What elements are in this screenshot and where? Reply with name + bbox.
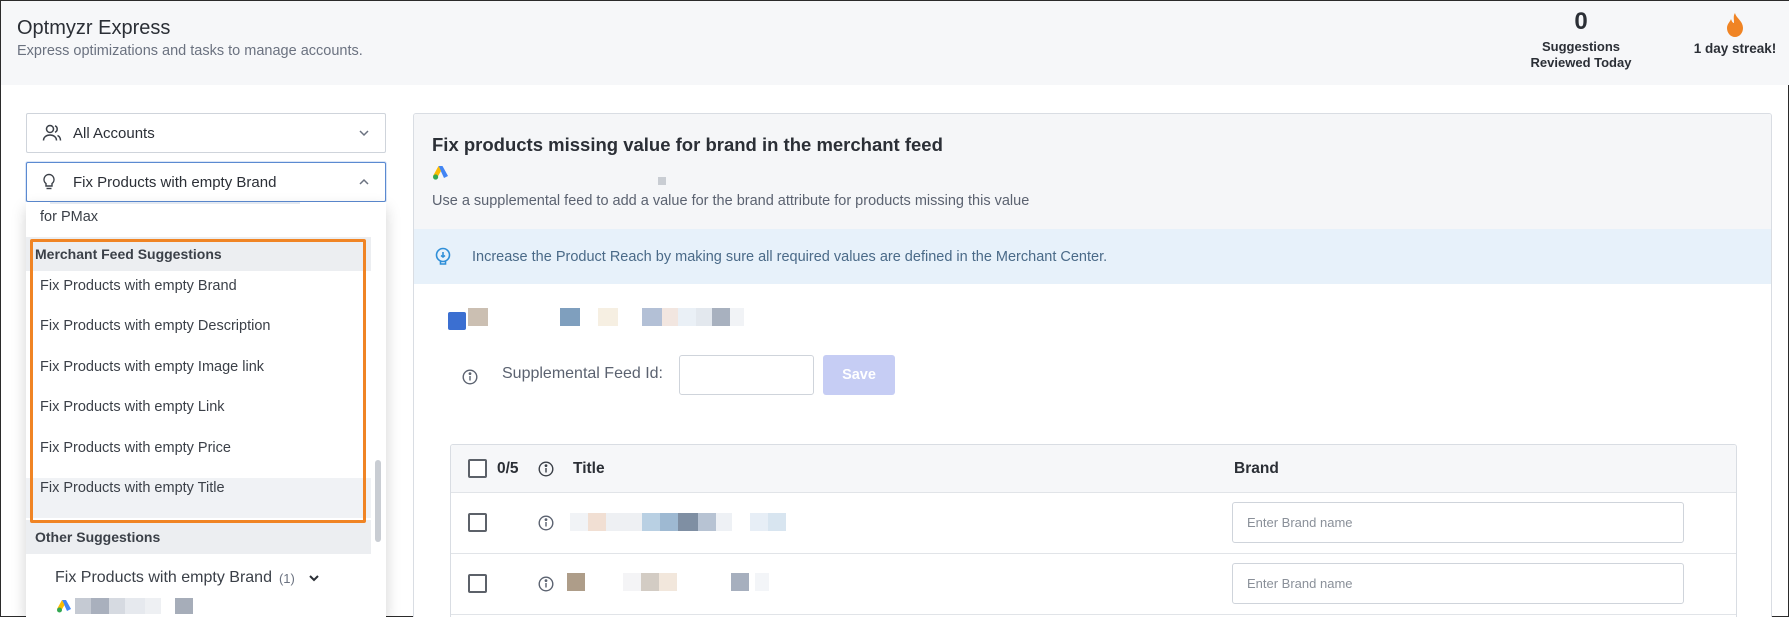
info-banner: Increase the Product Reach by making sur… bbox=[414, 229, 1771, 284]
info-icon[interactable] bbox=[462, 369, 478, 385]
dropdown-scroll-thumb[interactable] bbox=[375, 460, 381, 542]
people-icon bbox=[42, 123, 66, 143]
suggestions-reviewed-stat: 0 Suggestions Reviewed Today bbox=[1513, 9, 1649, 71]
suggestions-count: 0 bbox=[1574, 8, 1588, 35]
supplemental-feed-label: Supplemental Feed Id: bbox=[502, 365, 663, 382]
redacted-product-title bbox=[567, 573, 769, 591]
accounts-select[interactable]: All Accounts bbox=[26, 113, 386, 153]
select-all-checkbox[interactable] bbox=[468, 459, 487, 478]
page-header: Optmyzr Express Express optimizations an… bbox=[1, 1, 1789, 85]
redacted-product-title bbox=[570, 513, 786, 531]
table-row bbox=[451, 554, 1736, 615]
supplemental-feed-input[interactable] bbox=[679, 355, 814, 395]
info-icon[interactable] bbox=[538, 576, 554, 592]
row-checkbox[interactable] bbox=[468, 513, 487, 532]
sidebar-suggestion-count: (1) bbox=[278, 570, 295, 586]
info-icon[interactable] bbox=[538, 461, 554, 477]
dropdown-item-empty-price[interactable]: Fix Products with empty Price bbox=[40, 440, 231, 456]
dropdown-item-empty-description[interactable]: Fix Products with empty Description bbox=[40, 318, 270, 334]
dropdown-scrollbar[interactable] bbox=[375, 202, 383, 617]
table-row bbox=[451, 493, 1736, 554]
card-title: Fix products missing value for brand in … bbox=[432, 134, 943, 155]
dropdown-item-pmax[interactable]: for PMax bbox=[40, 209, 98, 225]
suggestion-card: Fix products missing value for brand in … bbox=[413, 113, 1772, 617]
accounts-select-value: All Accounts bbox=[73, 124, 155, 142]
clipped-item-fragment bbox=[50, 202, 300, 204]
flame-icon bbox=[1727, 13, 1743, 37]
products-table: 0/5 Title Brand bbox=[450, 444, 1737, 617]
chevron-down-icon bbox=[309, 575, 319, 582]
info-banner-text: Increase the Product Reach by making sur… bbox=[472, 248, 1108, 265]
redacted-merchant-row bbox=[448, 308, 744, 330]
card-header: Fix products missing value for brand in … bbox=[414, 114, 1771, 229]
lightbulb-icon bbox=[42, 172, 66, 192]
brand-input[interactable] bbox=[1232, 563, 1684, 604]
dropdown-group-other: Other Suggestions bbox=[26, 520, 371, 554]
selected-count: 0/5 bbox=[497, 460, 519, 477]
brand-input[interactable] bbox=[1232, 502, 1684, 543]
streak-badge: 1 day streak! bbox=[1685, 13, 1785, 56]
suggestions-label: Suggestions Reviewed Today bbox=[1530, 39, 1632, 70]
dropdown-item-empty-brand[interactable]: Fix Products with empty Brand bbox=[40, 278, 237, 294]
dropdown-item-empty-image-link[interactable]: Fix Products with empty Image link bbox=[40, 359, 264, 375]
column-header-title[interactable]: Title bbox=[573, 460, 605, 478]
google-ads-icon bbox=[57, 599, 71, 612]
streak-label: 1 day streak! bbox=[1693, 41, 1777, 56]
app-title: Optmyzr Express bbox=[17, 17, 171, 39]
redacted-mark bbox=[658, 177, 666, 185]
info-icon[interactable] bbox=[538, 515, 554, 531]
suggestion-select-value: Fix Products with empty Brand bbox=[73, 173, 277, 191]
sidebar-suggestion-label: Fix Products with empty Brand bbox=[55, 569, 272, 586]
dropdown-item-empty-link[interactable]: Fix Products with empty Link bbox=[40, 399, 225, 415]
dropdown-group-merchant-feed: Merchant Feed Suggestions bbox=[26, 237, 371, 271]
lightbulb-icon bbox=[435, 247, 451, 265]
app-subtitle: Express optimizations and tasks to manag… bbox=[17, 43, 363, 59]
chevron-down-icon bbox=[359, 130, 369, 137]
merchant-icon bbox=[448, 312, 466, 330]
save-button[interactable]: Save bbox=[823, 355, 895, 395]
chevron-up-icon bbox=[359, 178, 369, 185]
sidebar-suggestion-item[interactable]: Fix Products with empty Brand (1) bbox=[55, 569, 321, 587]
dropdown-item-empty-title[interactable]: Fix Products with empty Title bbox=[40, 480, 225, 496]
suggestion-dropdown: for PMax Merchant Feed Suggestions Fix P… bbox=[26, 202, 386, 617]
card-description: Use a supplemental feed to add a value f… bbox=[432, 193, 1030, 209]
redacted-account-row bbox=[57, 598, 193, 614]
google-ads-icon bbox=[433, 166, 448, 180]
table-header: 0/5 Title Brand bbox=[451, 445, 1736, 493]
column-header-brand[interactable]: Brand bbox=[1234, 460, 1279, 478]
suggestion-select[interactable]: Fix Products with empty Brand bbox=[26, 162, 386, 202]
row-checkbox[interactable] bbox=[468, 574, 487, 593]
